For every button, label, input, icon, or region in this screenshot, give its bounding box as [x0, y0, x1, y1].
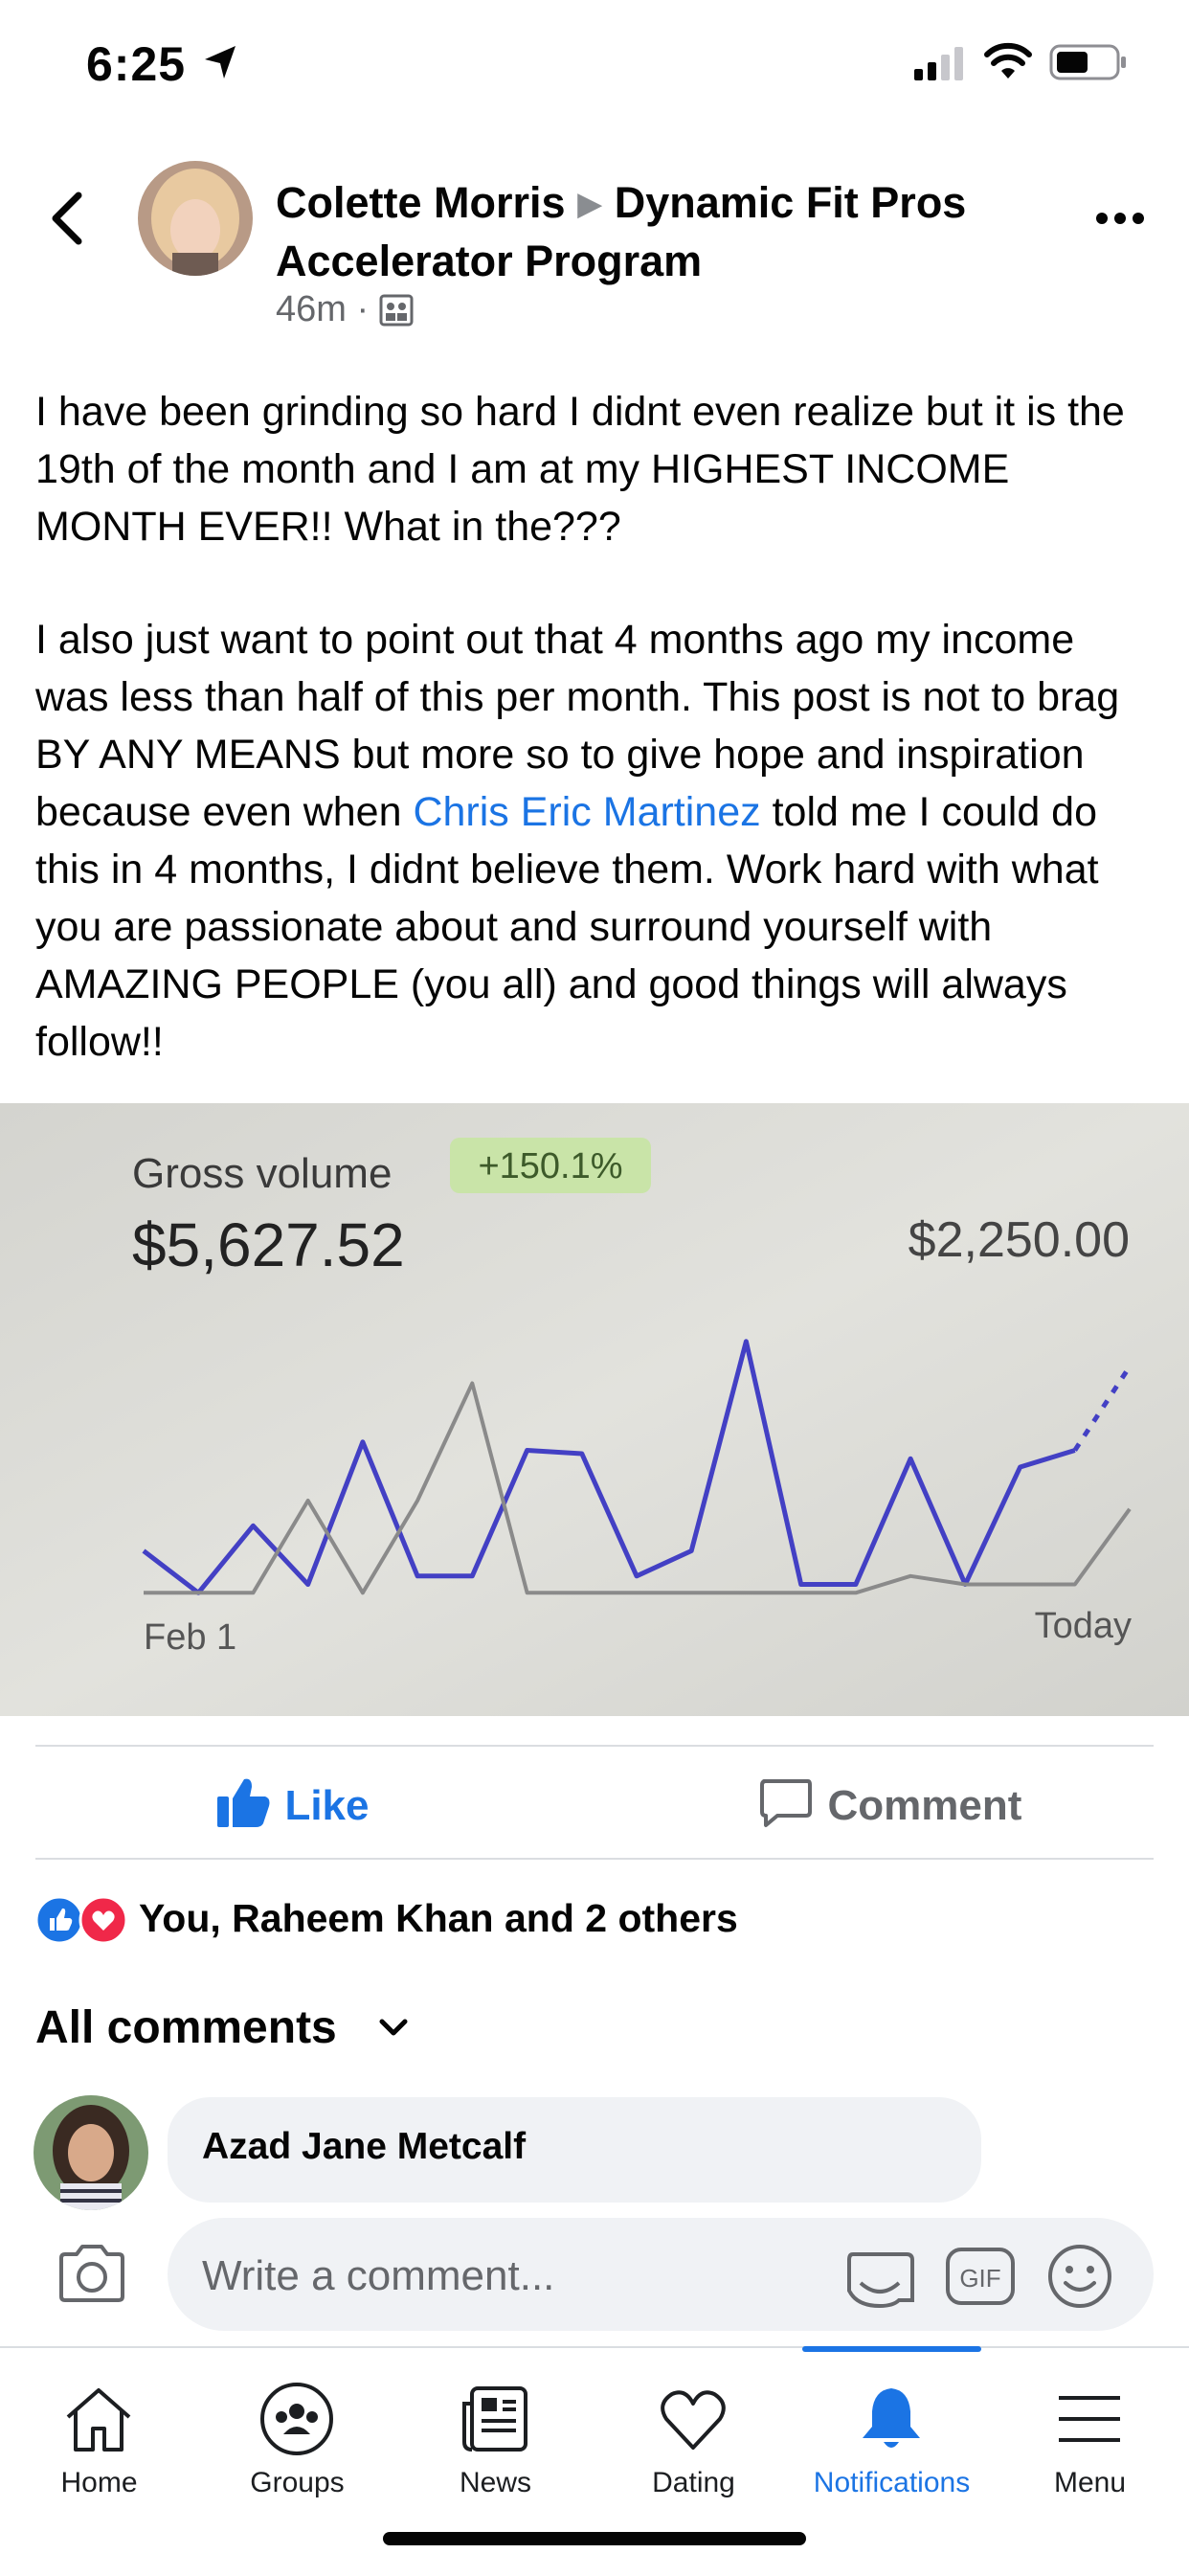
- menu-icon: [1059, 2396, 1120, 2442]
- tab-menu-label: Menu: [1053, 2467, 1127, 2498]
- location-arrow-icon: [205, 46, 236, 79]
- tab-notifications-label: Notifications: [813, 2467, 971, 2498]
- comment-bubble[interactable]: Azad Jane Metcalf: [168, 2097, 981, 2203]
- camera-icon[interactable]: [56, 2241, 128, 2306]
- tab-news[interactable]: News: [396, 2348, 594, 2520]
- groups-icon: [260, 2383, 333, 2455]
- comment-button[interactable]: Comment: [758, 1775, 1021, 1833]
- home-icon: [66, 2388, 131, 2452]
- mention-link[interactable]: Chris Eric Martinez: [413, 789, 760, 835]
- post-paragraph-2: I also just want to point out that 4 mon…: [35, 611, 1155, 1071]
- previous-value: $2,250.00: [909, 1212, 1130, 1268]
- post-paragraph-1: I have been grinding so hard I didnt eve…: [35, 389, 1125, 550]
- signal-icon: [914, 47, 963, 80]
- news-icon: [462, 2386, 527, 2452]
- divider-top: [35, 1745, 1154, 1747]
- comment-input[interactable]: Write a comment...: [202, 2252, 554, 2300]
- back-icon[interactable]: [46, 190, 88, 247]
- divider-bottom: [35, 1858, 1154, 1860]
- comment-author[interactable]: Azad Jane Metcalf: [202, 2126, 526, 2168]
- tab-groups-label: Groups: [250, 2467, 345, 2498]
- tab-home[interactable]: Home: [0, 2348, 198, 2520]
- x-label-end: Today: [1035, 1606, 1132, 1646]
- chart-label: Gross volume: [132, 1150, 392, 1197]
- post-text: I have been grinding so hard I didnt eve…: [35, 383, 1155, 1126]
- commenter-avatar[interactable]: [34, 2095, 148, 2210]
- more-options-icon[interactable]: [1095, 211, 1145, 226]
- thumbs-up-icon: [217, 1778, 270, 1827]
- comment-icon: [760, 1779, 812, 1827]
- group-members-icon: [379, 294, 414, 327]
- tab-notifications[interactable]: Notifications: [793, 2346, 991, 2520]
- post-time[interactable]: 46m: [276, 289, 347, 329]
- svg-text:GIF: GIF: [959, 2264, 1000, 2293]
- avatar-sticker-icon[interactable]: [843, 2245, 916, 2308]
- author-name[interactable]: Colette Morris: [276, 178, 566, 227]
- author-avatar[interactable]: [138, 161, 253, 276]
- reactions-icons[interactable]: [34, 1894, 129, 1946]
- group-arrow-icon: ▶: [577, 186, 603, 222]
- comment-label: Comment: [827, 1782, 1022, 1829]
- post-photo[interactable]: Gross volume +150.1% $5,627.52 $2,250.00…: [0, 1103, 1189, 1716]
- x-label-start: Feb 1: [144, 1617, 236, 1658]
- meta-separator: ·: [356, 289, 370, 329]
- gross-volume-chart: Gross volume +150.1% $5,627.52 $2,250.00…: [0, 1103, 1189, 1716]
- change-badge: +150.1%: [478, 1146, 622, 1186]
- tab-groups[interactable]: Groups: [198, 2348, 396, 2520]
- chevron-down-icon: [379, 2019, 408, 2036]
- tab-home-label: Home: [60, 2467, 138, 2498]
- emoji-icon[interactable]: [1046, 2243, 1113, 2310]
- status-time: 6:25: [86, 37, 187, 91]
- post-meta: 46m ·: [276, 289, 414, 330]
- tab-dating[interactable]: Dating: [594, 2348, 793, 2520]
- tab-dating-label: Dating: [652, 2467, 735, 2498]
- dating-icon: [661, 2390, 726, 2450]
- gif-icon[interactable]: GIF: [945, 2247, 1016, 2306]
- like-button[interactable]: Like: [215, 1775, 370, 1833]
- comments-filter[interactable]: All comments: [35, 2001, 411, 2054]
- active-tab-indicator: [802, 2346, 981, 2352]
- comment-composer[interactable]: Write a comment... GIF: [168, 2218, 1154, 2331]
- reactions-summary[interactable]: You, Raheem Khan and 2 others: [139, 1896, 738, 1941]
- tab-menu[interactable]: Menu: [991, 2348, 1189, 2520]
- like-label: Like: [284, 1782, 370, 1829]
- home-indicator: [383, 2532, 806, 2545]
- tab-news-label: News: [459, 2467, 531, 2498]
- battery-icon: [1049, 44, 1126, 80]
- current-value: $5,627.52: [132, 1210, 405, 1279]
- bell-icon: [863, 2388, 920, 2448]
- wifi-icon: [984, 42, 1032, 79]
- post-header-title: Colette Morris ▶ Dynamic Fit Pros Accele…: [276, 174, 1042, 290]
- comments-filter-label: All comments: [35, 2002, 337, 2053]
